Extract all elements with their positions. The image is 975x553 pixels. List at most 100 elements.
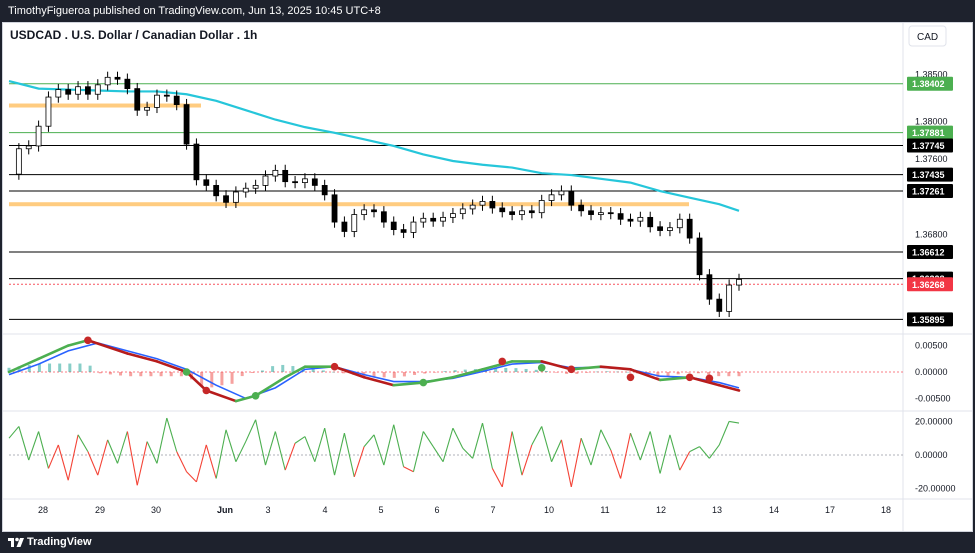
candle-body xyxy=(232,191,239,203)
candle-body xyxy=(35,125,42,147)
time-tick-label: 11 xyxy=(600,505,609,515)
macd-histogram-bar xyxy=(534,369,538,372)
macd-histogram-bar xyxy=(402,372,406,377)
oscillator-segment xyxy=(186,471,197,483)
candle-body xyxy=(489,200,496,209)
macd-histogram-bar xyxy=(453,370,457,372)
time-tick-label: 18 xyxy=(881,505,891,515)
oscillator-segment xyxy=(403,466,414,473)
oscillator-segment xyxy=(422,431,434,447)
macd-histogram-bar xyxy=(271,366,275,372)
oscillator-segment xyxy=(57,444,69,481)
candle-body xyxy=(647,216,654,228)
price-layer xyxy=(15,71,742,318)
candle-body xyxy=(45,96,52,127)
oscillator-segment xyxy=(472,422,484,459)
oscillator-segment xyxy=(215,429,227,479)
oscillator-segment xyxy=(264,431,276,466)
oscillator-segment xyxy=(610,449,622,479)
candle-body xyxy=(716,298,723,312)
macd-histogram-bar xyxy=(605,371,609,372)
oscillator-segment xyxy=(580,438,592,466)
macd-histogram-bar xyxy=(443,371,447,372)
candle-body xyxy=(104,76,111,86)
macd-histogram-bar xyxy=(413,372,417,375)
footer-brand: TradingView xyxy=(27,536,92,548)
time-tick-label: 12 xyxy=(656,505,666,515)
macd-histogram-bar xyxy=(78,363,82,372)
time-tick-label: Jun xyxy=(217,505,233,515)
candle-body xyxy=(499,207,506,213)
candle-body xyxy=(75,86,81,95)
macd-line-segment xyxy=(392,381,425,387)
candle-body xyxy=(341,221,348,232)
oscillator-segment xyxy=(501,431,513,488)
time-tick-label: 13 xyxy=(712,505,722,515)
candle-body xyxy=(380,211,387,223)
candle-body xyxy=(410,221,417,233)
candle-body xyxy=(55,89,62,98)
macd-cross-marker xyxy=(567,365,576,374)
candle-body xyxy=(617,213,624,220)
macd-line-segment xyxy=(254,375,287,398)
zone-support-highlight xyxy=(9,202,689,207)
oscillator-segment xyxy=(156,417,168,464)
candle-body xyxy=(282,169,289,183)
macd-cross-marker xyxy=(330,362,339,371)
oscillator-segment xyxy=(255,419,267,466)
macd-cross-marker xyxy=(419,378,428,387)
chart-canvas[interactable]: 1.385001.380001.376001.368001.384021.378… xyxy=(3,23,972,531)
candle-body xyxy=(459,208,466,215)
oscillator-segment xyxy=(412,431,424,472)
oscillator-segment xyxy=(146,441,158,464)
macd-histogram-bar xyxy=(48,363,52,372)
time-tick-label: 28 xyxy=(38,505,48,515)
macd-histogram-bar xyxy=(392,372,396,378)
oscillator-segment xyxy=(126,431,138,486)
oscillator-segment xyxy=(570,438,582,488)
time-tick-label: 7 xyxy=(490,505,495,515)
macd-histogram-bar xyxy=(423,372,427,374)
oscillator-segment xyxy=(67,434,79,481)
oscillator-segment xyxy=(659,434,671,474)
oscillator-segment xyxy=(136,441,148,486)
candle-body xyxy=(371,209,377,213)
oscillator-tick-label: 20.00000 xyxy=(915,416,953,426)
candle-body xyxy=(154,94,160,108)
candle-body xyxy=(637,216,644,222)
oscillator-segment xyxy=(195,444,207,483)
chart-area[interactable]: 1.38500 1.38000 1.37600 1.36800 1.38402 1.378… xyxy=(2,22,973,532)
candle-body xyxy=(686,218,693,239)
oscillator-segment xyxy=(284,443,296,471)
candle-body xyxy=(627,218,634,222)
oscillator-segment xyxy=(353,446,365,478)
macd-histogram-bar xyxy=(58,363,62,372)
oscillator-segment xyxy=(8,426,20,439)
oscillator-segment xyxy=(383,424,395,466)
macd-histogram-bar xyxy=(119,372,123,376)
tradingview-logo-icon[interactable] xyxy=(8,535,24,549)
price-tick-label: 1.37600 xyxy=(915,154,948,164)
oscillator-segment xyxy=(373,434,385,466)
macd-cross-marker xyxy=(626,373,635,382)
price-tick-label: 1.38000 xyxy=(915,117,948,127)
candle-body xyxy=(588,210,594,215)
candle-body xyxy=(390,221,397,231)
macd-histogram-bar xyxy=(696,372,700,374)
candle-body xyxy=(134,88,141,111)
macd-histogram-bar xyxy=(88,365,92,372)
candle-body xyxy=(736,279,742,286)
candle-body xyxy=(420,217,427,223)
macd-histogram-bar xyxy=(625,371,629,373)
oscillator-segment xyxy=(294,436,306,444)
oscillator-segment xyxy=(334,433,345,476)
macd-histogram-bar xyxy=(524,368,528,372)
macd-histogram-bar xyxy=(220,372,224,386)
oscillator-tick-label: 0.00000 xyxy=(915,450,948,460)
macd-histogram-bar xyxy=(727,372,731,377)
macd-histogram-bar xyxy=(250,372,254,373)
macd-tick-label: 0.00000 xyxy=(915,367,948,377)
macd-histogram-bar xyxy=(555,372,558,373)
macd-histogram-bar xyxy=(260,370,264,372)
zone-top-highlight xyxy=(9,103,201,108)
